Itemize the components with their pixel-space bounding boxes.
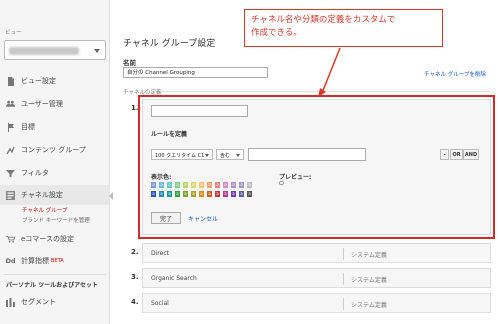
row-number: 2.: [131, 248, 139, 256]
channel-name: Social: [151, 300, 169, 307]
sidebar-subitem-brand-keywords[interactable]: ブランド キーワードを管理: [22, 216, 90, 224]
sidebar-item-content-groups[interactable]: コンテンツ グループ: [0, 140, 110, 160]
view-name-blurred: [9, 47, 79, 55]
sidebar-item-label: セグメント: [21, 298, 56, 306]
sidebar-item-user-management[interactable]: ユーザー管理: [0, 94, 110, 114]
callout-line-1: チャネル名や分類の定義をカスタムで: [251, 15, 396, 25]
channel-row-organic-search[interactable]: Organic Search システム定義: [142, 268, 491, 288]
view-selector[interactable]: [4, 40, 106, 60]
chevron-down-icon: [94, 49, 100, 53]
channel-row-direct[interactable]: Direct システム定義: [142, 243, 491, 263]
sidebar-item-label: eコマースの設定: [21, 235, 74, 243]
beta-badge: BETA: [51, 258, 64, 264]
annotation-highlight-box: [138, 95, 495, 239]
channel-type: システム定義: [351, 252, 387, 259]
sidebar-item-goals[interactable]: 目標: [0, 117, 110, 137]
divider: [343, 273, 344, 285]
sidebar-item-label: ユーザー管理: [21, 100, 63, 108]
sidebar-item-view-settings[interactable]: ビュー設定: [0, 71, 110, 91]
divider: [160, 91, 490, 92]
dd-icon: Dd: [5, 257, 16, 265]
sidebar: ビュー ビュー設定 ユーザー管理 目標 コンテンツ グループ フィルタ チャネル…: [0, 0, 110, 324]
channel-type: システム定義: [351, 302, 387, 309]
row-number: 3.: [131, 273, 139, 281]
sidebar-item-segments[interactable]: セグメント: [0, 292, 110, 312]
channel-type: システム定義: [351, 277, 387, 284]
section-heading-personal-tools: パーソナル ツールおよびアセット: [6, 282, 98, 289]
sidebar-item-filters[interactable]: フィルタ: [0, 163, 110, 183]
channel-name: Direct: [151, 250, 169, 257]
flag-icon: [6, 122, 15, 132]
content-group-icon: [6, 146, 15, 155]
channel-row-social[interactable]: Social システム定義: [142, 293, 491, 313]
annotation-callout: チャネル名や分類の定義をカスタムで 作成できる。: [244, 9, 443, 47]
segment-icon: [6, 297, 15, 307]
sidebar-item-label: フィルタ: [21, 169, 49, 177]
callout-line-2: 作成できる。: [251, 28, 302, 38]
sidebar-item-calculated-metrics[interactable]: Dd 計算指標 BETA: [0, 251, 110, 271]
filter-icon: [6, 169, 15, 178]
page-title: チャネル グループ設定: [123, 39, 216, 49]
sidebar-item-label: コンテンツ グループ: [21, 146, 86, 154]
sidebar-item-label: チャネル設定: [21, 191, 63, 199]
sidebar-item-label: 目標: [21, 123, 35, 131]
sidebar-subitem-channel-groups[interactable]: チャネル グループ: [22, 206, 67, 214]
users-icon: [6, 100, 15, 109]
sidebar-item-label: 計算指標: [21, 257, 49, 265]
sidebar-item-ecommerce[interactable]: eコマースの設定: [0, 229, 110, 249]
cart-icon: [6, 235, 15, 244]
divider: [343, 248, 344, 260]
name-label: 名前: [123, 59, 136, 67]
channel-grouping-name-input[interactable]: 自分の Channel Grouping: [123, 67, 268, 78]
collapse-sidebar-handle[interactable]: [109, 192, 113, 200]
divider: [343, 298, 344, 310]
sidebar-item-label: ビュー設定: [21, 77, 56, 85]
channel-settings-icon: [6, 190, 15, 200]
channel-name: Organic Search: [151, 275, 197, 282]
sidebar-divider: [4, 274, 106, 275]
row-number: 4.: [131, 298, 139, 306]
document-icon: [6, 76, 15, 86]
sidebar-item-channel-settings[interactable]: チャネル設定: [0, 185, 110, 205]
view-label: ビュー: [5, 30, 22, 36]
delete-channel-grouping-link[interactable]: チャネル グループを削除: [424, 70, 486, 78]
